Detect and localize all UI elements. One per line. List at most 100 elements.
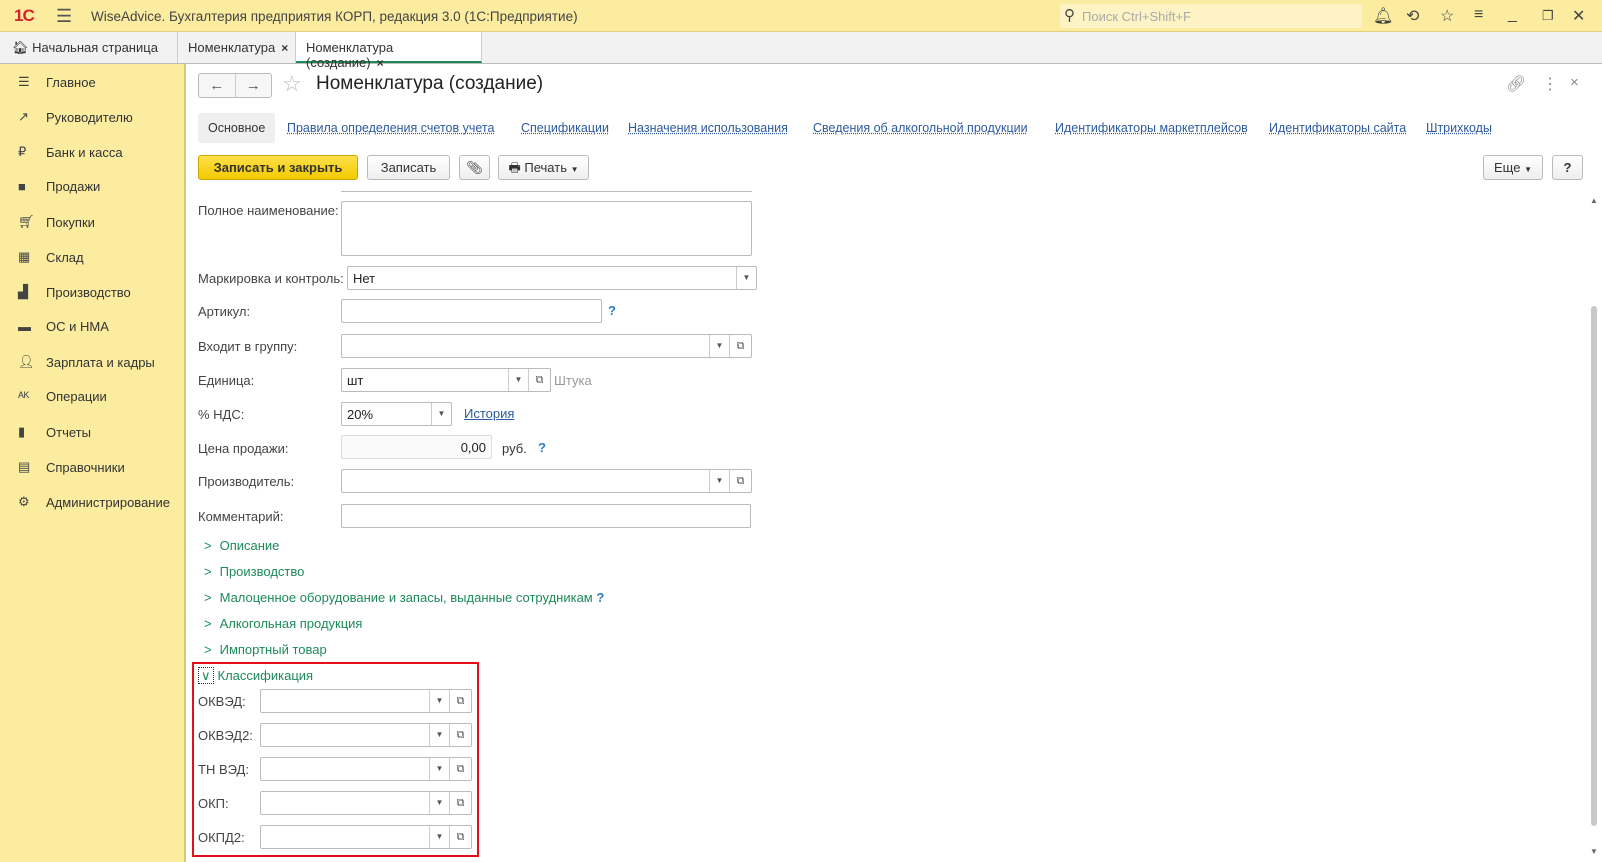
more-button[interactable]: Еще ▼ — [1483, 155, 1543, 180]
article-help-icon[interactable]: ? — [608, 303, 616, 318]
open-icon[interactable]: ⧉ — [729, 470, 751, 492]
dropdown-icon[interactable]: ▼ — [429, 792, 449, 814]
tnved-select[interactable]: ▼ ⧉ — [260, 757, 472, 781]
marking-select[interactable]: Нет ▼ — [347, 266, 757, 290]
article-input[interactable] — [341, 299, 602, 323]
group-select[interactable]: ▼ ⧉ — [341, 334, 752, 358]
form-tab-specs[interactable]: Спецификации — [521, 113, 609, 143]
more-vert-icon[interactable]: ⋮ — [1542, 74, 1558, 94]
price-help-icon[interactable]: ? — [538, 440, 546, 455]
sidebar-item-salary[interactable]: 👤︎ Зарплата и кадры — [18, 354, 155, 370]
sidebar-item-catalogs[interactable]: ▤ Справочники — [18, 459, 125, 475]
open-icon[interactable]: ⧉ — [729, 335, 751, 357]
scroll-thumb[interactable] — [1591, 306, 1597, 826]
price-input[interactable]: 0,00 — [341, 435, 492, 459]
sidebar-item-sales[interactable]: ■ Продажи — [18, 179, 100, 194]
restore-icon[interactable]: ❐ — [1542, 8, 1554, 24]
forward-button[interactable]: → — [236, 74, 272, 97]
back-button[interactable]: ← — [199, 74, 236, 97]
group-import[interactable]: > Импортный товар — [204, 642, 327, 657]
print-button[interactable]: 🖶 Печать ▼ — [498, 155, 589, 180]
group-low-value-equipment[interactable]: > Малоценное оборудование и запасы, выдан… — [204, 590, 604, 605]
close-tab-icon[interactable]: × — [281, 41, 288, 55]
tab-nomenclature-create[interactable]: Номенклатура (создание) × — [296, 32, 482, 70]
form-tab-usage[interactable]: Назначения использования — [628, 113, 788, 143]
okved2-label: ОКВЭД2: — [198, 728, 253, 743]
vertical-scrollbar[interactable]: ▲ ▼ — [1588, 196, 1600, 856]
attach-button[interactable]: 📎︎ — [459, 155, 490, 180]
group-classification[interactable]: ∨ Классификация — [198, 667, 314, 684]
okp-select[interactable]: ▼ ⧉ — [260, 791, 472, 815]
open-icon[interactable]: ⧉ — [528, 369, 550, 391]
unit-select[interactable]: шт ▼ ⧉ — [341, 368, 551, 392]
open-icon[interactable]: ⧉ — [449, 792, 471, 814]
dropdown-icon[interactable]: ▼ — [429, 826, 449, 848]
sidebar-item-assets[interactable]: ▬ ОС и НМА — [18, 319, 109, 334]
form-tab-barcodes[interactable]: Штрихкоды — [1426, 113, 1492, 143]
scroll-down-icon[interactable]: ▼ — [1590, 847, 1598, 856]
okpd2-select[interactable]: ▼ ⧉ — [260, 825, 472, 849]
full-name-input[interactable] — [341, 201, 752, 256]
sidebar-item-bank[interactable]: ₽ Банк и касса — [18, 144, 123, 160]
close-tab-icon[interactable]: × — [377, 56, 384, 70]
paperclip-icon: 📎︎ — [466, 160, 483, 175]
sidebar-item-main[interactable]: ☰ Главное — [18, 74, 96, 90]
dropdown-icon[interactable]: ▼ — [429, 690, 449, 712]
form-tab-marketplaces[interactable]: Идентификаторы маркетплейсов — [1055, 113, 1248, 143]
name-field-edge — [341, 188, 752, 192]
favorite-star-icon[interactable]: ☆ — [282, 71, 302, 97]
close-form-icon[interactable]: × — [1570, 74, 1579, 91]
dropdown-icon[interactable]: ▼ — [508, 369, 528, 391]
save-and-close-button[interactable]: Записать и закрыть — [198, 155, 358, 180]
okved2-select[interactable]: ▼ ⧉ — [260, 723, 472, 747]
open-icon[interactable]: ⧉ — [449, 826, 471, 848]
dropdown-icon[interactable]: ▼ — [709, 335, 729, 357]
tab-nomenclature[interactable]: Номенклатура × — [178, 32, 296, 63]
sidebar-item-warehouse[interactable]: ▦ Склад — [18, 249, 84, 265]
help-icon[interactable]: ? — [596, 590, 604, 605]
link-icon[interactable]: 🔗︎ — [1506, 74, 1526, 94]
okved-select[interactable]: ▼ ⧉ — [260, 689, 472, 713]
group-title: Классификация — [217, 668, 314, 683]
sidebar-item-production[interactable]: ▟ Производство — [18, 284, 131, 300]
vat-history-link[interactable]: История — [464, 406, 514, 421]
tab-home[interactable]: 🏠︎ Начальная страница — [0, 32, 178, 63]
dropdown-icon[interactable]: ▼ — [431, 403, 451, 425]
sidebar-item-purchases[interactable]: 🛒︎ Покупки — [18, 214, 95, 230]
bell-icon[interactable]: 🔔︎ — [1373, 6, 1393, 26]
sidebar-item-manager[interactable]: ↗ Руководителю — [18, 109, 133, 125]
dropdown-icon[interactable]: ▼ — [429, 758, 449, 780]
sidebar-item-operations[interactable]: ᴬᴷ Операции — [18, 389, 107, 404]
open-icon[interactable]: ⧉ — [449, 690, 471, 712]
group-description[interactable]: > Описание — [204, 538, 279, 553]
full-name-label: Полное наименование: — [198, 203, 339, 218]
form-tab-alcohol[interactable]: Сведения об алкогольной продукции — [813, 113, 1028, 143]
group-production[interactable]: > Производство — [204, 564, 304, 579]
dropdown-icon[interactable]: ▼ — [429, 724, 449, 746]
save-button[interactable]: Записать — [367, 155, 450, 180]
close-window-icon[interactable]: ✕ — [1572, 6, 1585, 26]
group-alcohol[interactable]: > Алкогольная продукция — [204, 616, 362, 631]
sidebar-item-admin[interactable]: ⚙ Администрирование — [18, 494, 170, 510]
star-icon[interactable]: ☆ — [1440, 6, 1454, 26]
minimize-icon[interactable]: _ — [1508, 6, 1517, 24]
open-icon[interactable]: ⧉ — [449, 758, 471, 780]
settings-menu-icon[interactable]: ≡ — [1474, 6, 1483, 24]
search-input[interactable]: ⚲ Поиск Ctrl+Shift+F — [1060, 4, 1362, 28]
form-tab-site[interactable]: Идентификаторы сайта — [1269, 113, 1406, 143]
vat-select[interactable]: 20% ▼ — [341, 402, 452, 426]
comment-input[interactable] — [341, 504, 751, 528]
marking-label: Маркировка и контроль: — [198, 271, 344, 286]
form-tab-main[interactable]: Основное — [198, 113, 276, 143]
manufacturer-select[interactable]: ▼ ⧉ — [341, 469, 752, 493]
help-button[interactable]: ? — [1552, 155, 1583, 180]
form-tab-accounts[interactable]: Правила определения счетов учета — [287, 113, 494, 143]
scroll-up-icon[interactable]: ▲ — [1590, 196, 1598, 205]
print-label: Печать — [524, 160, 567, 175]
sidebar-item-reports[interactable]: ▮ Отчеты — [18, 424, 91, 440]
dropdown-icon[interactable]: ▼ — [736, 267, 756, 289]
history-icon[interactable]: ⟲ — [1406, 6, 1419, 26]
menu-icon[interactable]: ☰ — [56, 6, 72, 27]
dropdown-icon[interactable]: ▼ — [709, 470, 729, 492]
open-icon[interactable]: ⧉ — [449, 724, 471, 746]
